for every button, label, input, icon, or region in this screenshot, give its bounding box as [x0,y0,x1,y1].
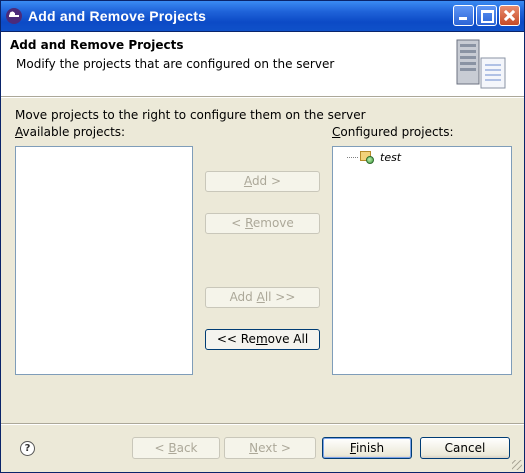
close-button[interactable] [499,5,520,26]
configured-projects-list[interactable]: test [332,146,512,375]
project-name: test [380,150,402,164]
add-all-button[interactable]: Add All >> [205,287,320,308]
tree-item-test[interactable]: test [347,149,401,165]
configured-projects-label: Configured projects: [332,125,454,139]
remove-button[interactable]: < Remove [205,213,320,234]
page-title: Add and Remove Projects [10,38,184,52]
server-icon [456,39,506,89]
finish-button[interactable]: Finish [322,437,412,459]
back-button[interactable]: < Back [132,437,220,459]
wizard-header: Add and Remove Projects Modify the proje… [1,32,524,97]
cancel-button[interactable]: Cancel [420,437,510,459]
title-bar[interactable]: Add and Remove Projects [1,1,524,32]
available-projects-list[interactable] [15,146,193,375]
available-projects-label: Available projects: [15,125,126,139]
button-bar-divider-highlight [1,424,524,425]
next-button[interactable]: Next > [224,437,316,459]
maximize-button[interactable] [476,5,497,26]
remove-all-button[interactable]: << Remove All [205,329,320,350]
help-icon[interactable]: ? [20,441,35,456]
add-button[interactable]: Add > [205,171,320,192]
eclipse-icon [6,8,22,24]
window-title: Add and Remove Projects [28,8,207,24]
project-icon [360,150,374,164]
minimize-button[interactable] [453,5,474,26]
dialog-window: Add and Remove Projects Add and Remove P… [0,0,525,473]
resize-grip[interactable] [512,460,522,470]
instruction-text: Move projects to the right to configure … [15,108,366,122]
tree-connector [347,156,358,158]
page-description: Modify the projects that are configured … [16,57,335,71]
header-divider [1,97,524,98]
